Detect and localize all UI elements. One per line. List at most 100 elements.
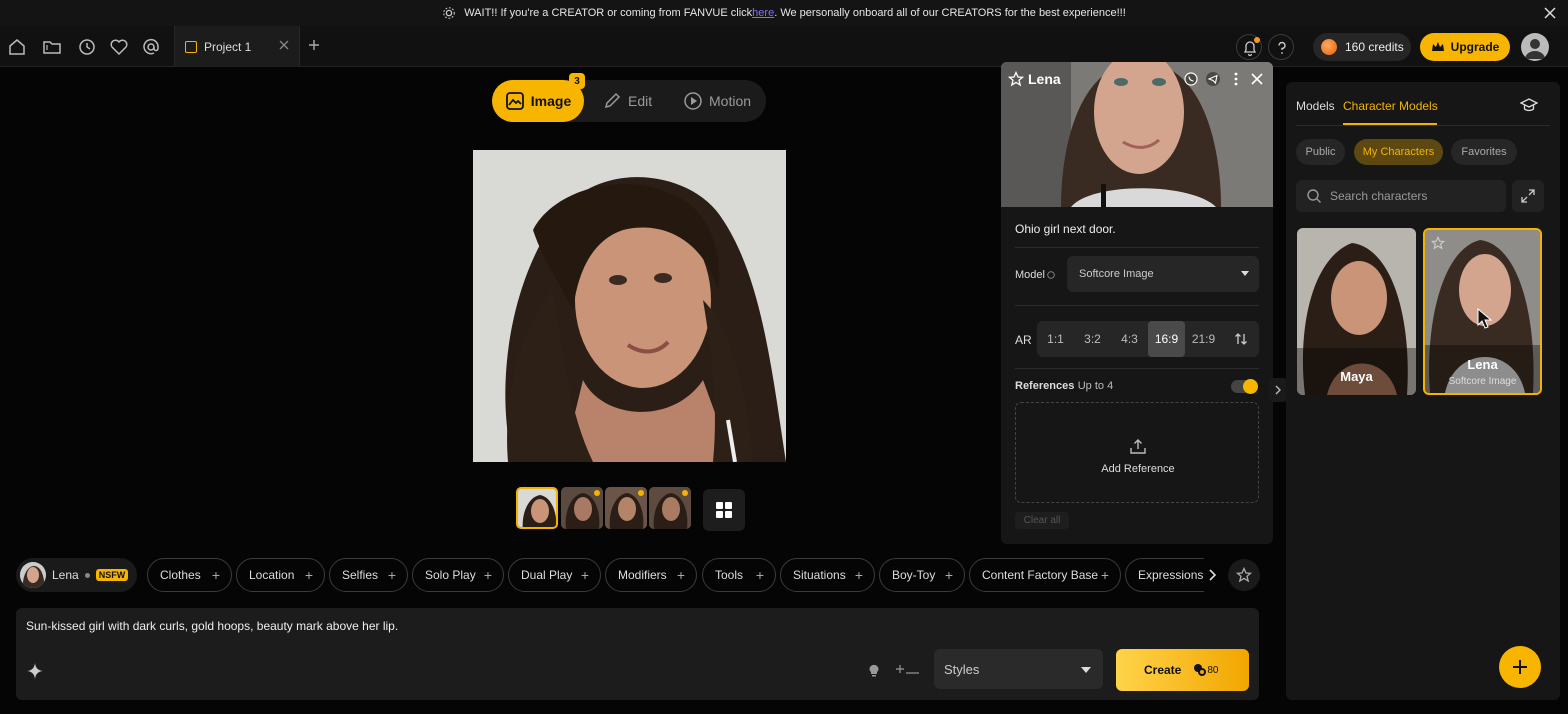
favorite-star-icon[interactable] bbox=[1431, 236, 1445, 250]
active-tab-indicator bbox=[1343, 123, 1437, 125]
coin-icon bbox=[1321, 39, 1337, 55]
prompt-input[interactable]: Sun-kissed girl with dark curls, gold ho… bbox=[26, 619, 826, 641]
plus-icon: + bbox=[676, 567, 685, 583]
ar-option-3-2[interactable]: 3:2 bbox=[1074, 321, 1111, 357]
references-toggle[interactable] bbox=[1231, 379, 1258, 394]
references-label: References bbox=[1015, 380, 1075, 392]
telegram-icon[interactable] bbox=[1205, 71, 1221, 87]
create-button[interactable]: Create 80 bbox=[1116, 649, 1249, 691]
collapse-panel-button[interactable] bbox=[1269, 378, 1287, 402]
home-icon[interactable] bbox=[7, 37, 27, 57]
add-reference-dropzone[interactable]: Add Reference bbox=[1015, 402, 1259, 503]
generated-image[interactable] bbox=[473, 150, 786, 462]
ar-option-16-9[interactable]: 16:9 bbox=[1148, 321, 1185, 357]
banner-link[interactable]: here bbox=[752, 7, 774, 19]
styles-select[interactable]: Styles bbox=[934, 649, 1103, 689]
selected-character-chip[interactable]: Lena NSFW bbox=[16, 558, 137, 592]
upgrade-button[interactable]: Upgrade bbox=[1420, 33, 1510, 61]
close-tab-icon[interactable] bbox=[278, 39, 290, 51]
sparkle-icon[interactable] bbox=[26, 662, 44, 680]
category-solo-play[interactable]: Solo Play + bbox=[412, 558, 504, 592]
category-location[interactable]: Location + bbox=[236, 558, 325, 592]
help-button[interactable] bbox=[1268, 34, 1294, 60]
new-dot bbox=[682, 490, 688, 496]
image-icon bbox=[505, 92, 524, 110]
filter-my-characters[interactable]: My Characters bbox=[1354, 139, 1443, 165]
search-input[interactable] bbox=[1330, 189, 1490, 203]
prompt-box: Sun-kissed girl with dark curls, gold ho… bbox=[16, 608, 1259, 700]
add-character-button[interactable] bbox=[1499, 646, 1541, 688]
category-expressions[interactable]: Expressions bbox=[1125, 558, 1204, 592]
ar-option-1-1[interactable]: 1:1 bbox=[1037, 321, 1074, 357]
mode-motion[interactable]: Motion bbox=[683, 80, 751, 122]
new-tab-icon[interactable] bbox=[306, 37, 322, 53]
negative-prompt-icon[interactable] bbox=[896, 662, 920, 678]
folder-icon[interactable] bbox=[42, 37, 62, 57]
info-icon[interactable] bbox=[1047, 271, 1055, 279]
category-situations[interactable]: Situations + bbox=[780, 558, 875, 592]
category-modifiers[interactable]: Modifiers + bbox=[605, 558, 697, 592]
portrait-image bbox=[473, 150, 786, 462]
mode-edit[interactable]: Edit bbox=[602, 80, 652, 122]
plus-icon: + bbox=[854, 567, 863, 583]
clear-all-button[interactable]: Clear all bbox=[1015, 512, 1069, 529]
category-label: Selfies bbox=[342, 568, 379, 582]
more-options-icon[interactable] bbox=[1228, 71, 1244, 87]
tab-character-models[interactable]: Character Models bbox=[1343, 99, 1438, 113]
gallery-grid-button[interactable] bbox=[703, 489, 745, 531]
ar-option-4-3[interactable]: 4:3 bbox=[1111, 321, 1148, 357]
favorites-button[interactable] bbox=[1228, 559, 1260, 591]
plus-icon: + bbox=[1100, 567, 1109, 583]
thumbnail-3[interactable] bbox=[605, 487, 647, 529]
upload-icon bbox=[1130, 439, 1146, 454]
swap-orientation-button[interactable] bbox=[1222, 321, 1259, 357]
plus-icon: + bbox=[483, 567, 492, 583]
search-box bbox=[1296, 180, 1506, 212]
credits-badge[interactable]: 160 credits bbox=[1313, 33, 1411, 61]
toggle-knob bbox=[1243, 379, 1258, 394]
grid-icon bbox=[716, 502, 732, 518]
ar-option-21-9[interactable]: 21:9 bbox=[1185, 321, 1222, 357]
history-icon[interactable] bbox=[77, 37, 97, 57]
category-selfies[interactable]: Selfies + bbox=[329, 558, 408, 592]
whatsapp-icon[interactable] bbox=[1183, 71, 1199, 87]
category-dual-play[interactable]: Dual Play + bbox=[508, 558, 601, 592]
divider bbox=[1015, 247, 1259, 248]
character-avatar bbox=[20, 562, 46, 588]
graduation-cap-icon[interactable] bbox=[1520, 97, 1538, 113]
thumbnail-4[interactable] bbox=[649, 487, 691, 529]
category-clothes[interactable]: Clothes + bbox=[147, 558, 232, 592]
tab-models[interactable]: Models bbox=[1296, 99, 1335, 113]
category-tools[interactable]: Tools + bbox=[702, 558, 776, 592]
filter-favorites[interactable]: Favorites bbox=[1451, 139, 1517, 165]
expand-button[interactable] bbox=[1512, 180, 1544, 212]
lightbulb-icon[interactable] bbox=[866, 662, 882, 678]
heart-icon[interactable] bbox=[109, 37, 129, 57]
chevron-right-icon[interactable] bbox=[1204, 565, 1220, 585]
divider bbox=[1015, 305, 1259, 306]
thumbnail-2[interactable] bbox=[561, 487, 603, 529]
character-card-maya[interactable]: Maya bbox=[1297, 228, 1416, 395]
top-navigation: Project 1 160 credits Upgrade bbox=[0, 26, 1568, 67]
banner-text-before: WAIT!! If you're a CREATOR or coming fro… bbox=[464, 7, 753, 19]
plus-icon: + bbox=[387, 567, 396, 583]
close-icon[interactable] bbox=[1542, 5, 1558, 21]
plus-icon: + bbox=[211, 567, 220, 583]
at-icon[interactable] bbox=[141, 37, 161, 57]
category-content-factory-base[interactable]: Content Factory Base + bbox=[969, 558, 1121, 592]
tab-project[interactable]: Project 1 bbox=[174, 26, 300, 67]
star-icon[interactable] bbox=[1008, 71, 1024, 87]
user-avatar[interactable] bbox=[1521, 33, 1549, 61]
filter-public[interactable]: Public bbox=[1296, 139, 1345, 165]
notifications-button[interactable] bbox=[1236, 34, 1262, 60]
character-card-name: Lena bbox=[1467, 357, 1498, 372]
plus-icon: + bbox=[944, 567, 953, 583]
close-panel-icon[interactable] bbox=[1249, 71, 1265, 87]
status-dot bbox=[84, 572, 90, 578]
category-boy-toy[interactable]: Boy-Toy + bbox=[879, 558, 965, 592]
gear-icon bbox=[443, 7, 455, 19]
category-label: Solo Play bbox=[425, 568, 476, 582]
thumbnail-1[interactable] bbox=[516, 487, 558, 529]
coins-icon bbox=[1194, 664, 1207, 676]
model-select[interactable]: Softcore Image bbox=[1067, 256, 1259, 292]
